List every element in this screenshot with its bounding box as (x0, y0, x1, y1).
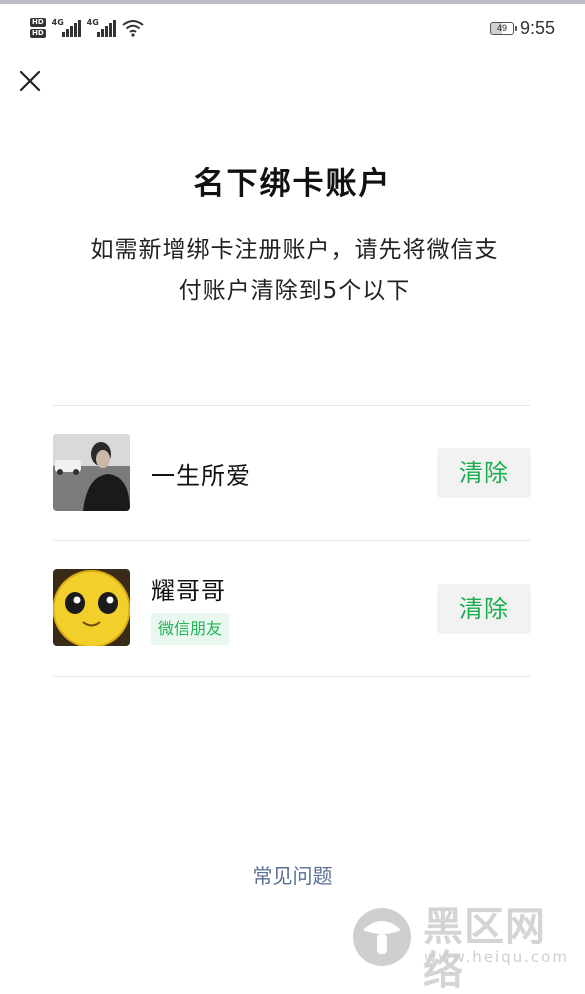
description: 如需新增绑卡注册账户，请先将微信支 付账户清除到5个以下 (62, 230, 527, 312)
relation-badge: 微信朋友 (151, 613, 230, 645)
network-label: 4G (51, 18, 64, 27)
watermark-url: www.heiqu.com (424, 948, 569, 966)
signal-icon: 4G (86, 18, 116, 37)
description-line: 如需新增绑卡注册账户，请先将微信支 (90, 237, 499, 263)
faq-link[interactable]: 常见问题 (0, 860, 585, 889)
page-title: 名下绑卡账户 (193, 166, 392, 202)
status-right: 49 9:55 (489, 14, 555, 42)
wifi-icon (122, 20, 144, 37)
signal-icon: 4G (51, 18, 81, 37)
account-name: 一生所爱 (151, 462, 251, 490)
avatar (53, 569, 130, 646)
description-line: 付账户清除到5个以下 (178, 278, 411, 304)
close-button[interactable] (14, 62, 48, 100)
close-icon (19, 70, 41, 92)
status-bar: HD HD 4G 4G 49 9:55 (0, 4, 585, 48)
hd-badge: HD (30, 18, 46, 27)
divider (53, 540, 530, 541)
clear-button[interactable]: 清除 (437, 584, 531, 634)
clear-button[interactable]: 清除 (437, 448, 531, 498)
status-left: HD HD 4G 4G (30, 14, 144, 42)
clock: 9:55 (519, 17, 555, 38)
divider (53, 676, 530, 677)
avatar (53, 434, 130, 511)
hd-indicators: HD HD (30, 18, 46, 38)
account-name: 耀哥哥 (151, 577, 226, 605)
battery-icon: 49 (489, 21, 517, 35)
divider (53, 405, 530, 406)
hd-badge: HD (30, 29, 46, 38)
network-label: 4G (86, 18, 99, 27)
watermark-logo (353, 908, 411, 966)
